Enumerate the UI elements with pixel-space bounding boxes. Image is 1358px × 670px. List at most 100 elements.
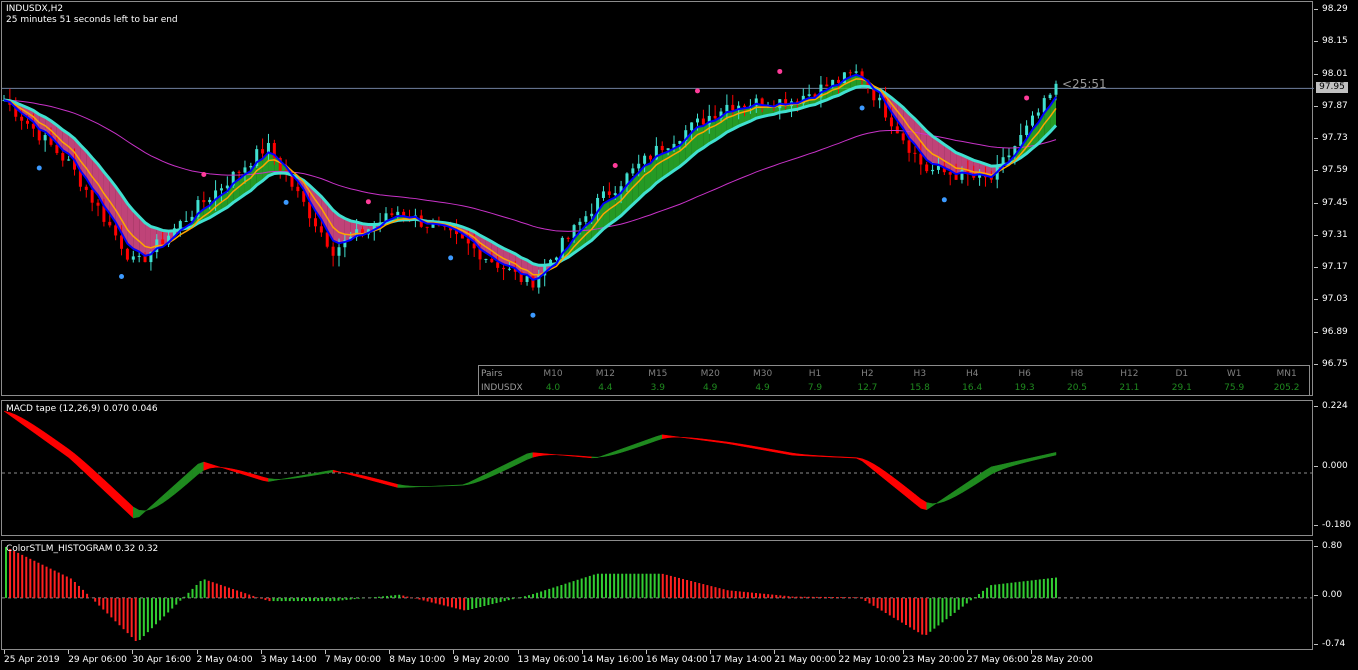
- macd-tape-down: [121, 495, 128, 514]
- macd-tape-down: [21, 417, 28, 429]
- macd-tape-down: [368, 476, 375, 482]
- time-axis-label: 14 May 16:00: [581, 655, 644, 665]
- macd-tape-down: [850, 457, 857, 459]
- macd-tape-down: [861, 458, 869, 467]
- histogram-axis-label: 0.00: [1322, 590, 1343, 600]
- time-axis-label: 2 May 04:00: [196, 655, 253, 665]
- price-axis-tick: [1314, 202, 1318, 204]
- time-axis[interactable]: 25 Apr 2019 29 Apr 06:00 30 Apr 16:00 2 May…: [0, 650, 1314, 670]
- candle-body: [566, 237, 570, 239]
- candle-body: [120, 235, 124, 249]
- macd-tape-down: [44, 432, 52, 446]
- price-axis-tick: [1314, 234, 1318, 236]
- macd-tape-down: [720, 440, 728, 444]
- macd-tape-up: [961, 481, 969, 494]
- price-axis[interactable]: 98.29 98.15 98.01 97.87 97.73 97.59 97.45 97.31…: [1314, 0, 1358, 400]
- macd-tape-down: [556, 454, 563, 456]
- macd-tape-down: [379, 479, 387, 485]
- macd-tape-down: [826, 455, 833, 458]
- histogram-axis-label: -0.74: [1322, 639, 1346, 649]
- time-axis-label: 23 May 20:00: [902, 655, 965, 665]
- macd-tape-down: [227, 467, 234, 472]
- histogram-pane[interactable]: ColorSTLM_HISTOGRAM 0.32 0.32: [1, 540, 1314, 650]
- timeframe-header-row: Pairs M10 M12 M15 M20 M30 H1 H2 H3 H4 H6 H8 H12 D1 W1…: [479, 367, 1309, 381]
- macd-tape-up: [462, 482, 469, 486]
- macd-tape-down: [238, 470, 246, 476]
- histogram-axis[interactable]: 0.80 0.00 -0.74: [1314, 540, 1358, 652]
- macd-tape-up: [397, 484, 404, 488]
- candle-body: [907, 140, 911, 153]
- macd-tape-up: [597, 455, 604, 458]
- macd-tape-down: [803, 454, 810, 457]
- time-axis-label: 13 May 06:00: [517, 655, 580, 665]
- candle-body: [854, 71, 858, 73]
- time-axis-tick: [838, 650, 840, 654]
- macd-tape-up: [991, 465, 998, 475]
- price-axis-label: 97.17: [1322, 262, 1348, 273]
- current-price-tag: 97.95: [1316, 82, 1348, 93]
- macd-tape-down: [374, 478, 381, 484]
- macd-tape-down: [256, 474, 263, 481]
- macd-tape-down: [56, 440, 64, 454]
- macd-pane[interactable]: MACD tape (12,26,9) 0.070 0.046: [1, 400, 1314, 536]
- timeframe-value-m30: 4.9: [755, 383, 770, 393]
- candle-body: [725, 104, 729, 112]
- price-axis-label: 97.45: [1322, 197, 1348, 208]
- macd-tape-down: [103, 479, 111, 497]
- timeframe-value-h3: 15.8: [909, 383, 930, 393]
- histogram-canvas: [2, 547, 1314, 641]
- macd-tape-up: [285, 477, 293, 480]
- time-axis-label: 8 May 10:00: [389, 655, 446, 665]
- price-axis-label: 96.89: [1322, 326, 1348, 337]
- macd-tape-down: [391, 482, 399, 488]
- macd-tape-up: [185, 468, 193, 486]
- macd-tape-up: [491, 467, 498, 477]
- macd-tape-up: [967, 477, 974, 490]
- candle-body: [114, 225, 118, 236]
- macd-tape-up: [473, 476, 481, 484]
- macd-tape-down: [832, 456, 839, 458]
- candle-body: [208, 199, 212, 203]
- macd-tape-up: [468, 479, 475, 485]
- macd-tape-down: [250, 473, 257, 479]
- time-axis-tick: [68, 650, 70, 654]
- macd-tape-up: [932, 501, 939, 507]
- pair-label: INDUSDX: [481, 383, 523, 393]
- timeframe-value-mn1: 205.2: [1273, 383, 1300, 393]
- macd-tape-down: [855, 457, 863, 462]
- macd-tape-up: [620, 446, 628, 453]
- macd-tape-up: [614, 448, 622, 455]
- macd-tape-up: [973, 473, 980, 486]
- macd-tape-up: [138, 510, 146, 518]
- macd-tape-down: [726, 441, 734, 445]
- macd-tape-down: [221, 467, 228, 470]
- candle-body: [137, 255, 141, 257]
- candle-body: [161, 239, 165, 245]
- macd-tape-down: [80, 457, 87, 475]
- macd-tape-down: [691, 437, 698, 440]
- macd-tape-down: [203, 461, 210, 471]
- candle-body: [660, 145, 664, 151]
- macd-tape-up: [656, 434, 663, 442]
- timeframe-header-w1: W1: [1226, 369, 1242, 379]
- macd-tape-down: [344, 472, 351, 476]
- histogram-axis-tick: [1314, 595, 1318, 596]
- candle-body: [901, 133, 905, 141]
- macd-tape-up: [279, 478, 287, 480]
- candle-body: [390, 213, 394, 216]
- macd-tape-up: [297, 474, 304, 479]
- macd-tape-down: [844, 456, 851, 459]
- timeframe-value-h1: 7.9: [807, 383, 823, 393]
- price-chart-pane[interactable]: INDUSDX,H2 25 minutes 51 seconds left to…: [1, 1, 1314, 396]
- macd-tape-down: [544, 453, 551, 456]
- macd-tape-up: [938, 497, 945, 504]
- macd-axis[interactable]: 0.224 0.000 -0.180: [1314, 400, 1358, 538]
- macd-tape-down: [332, 469, 340, 473]
- candle-body: [237, 171, 241, 173]
- macd-tape-down: [791, 452, 798, 456]
- macd-tape-down: [820, 455, 828, 458]
- macd-tape-down: [779, 450, 786, 455]
- macd-axis-label: 0.224: [1322, 401, 1348, 411]
- fractal-up-dot: [365, 199, 371, 205]
- candle-body: [67, 159, 71, 161]
